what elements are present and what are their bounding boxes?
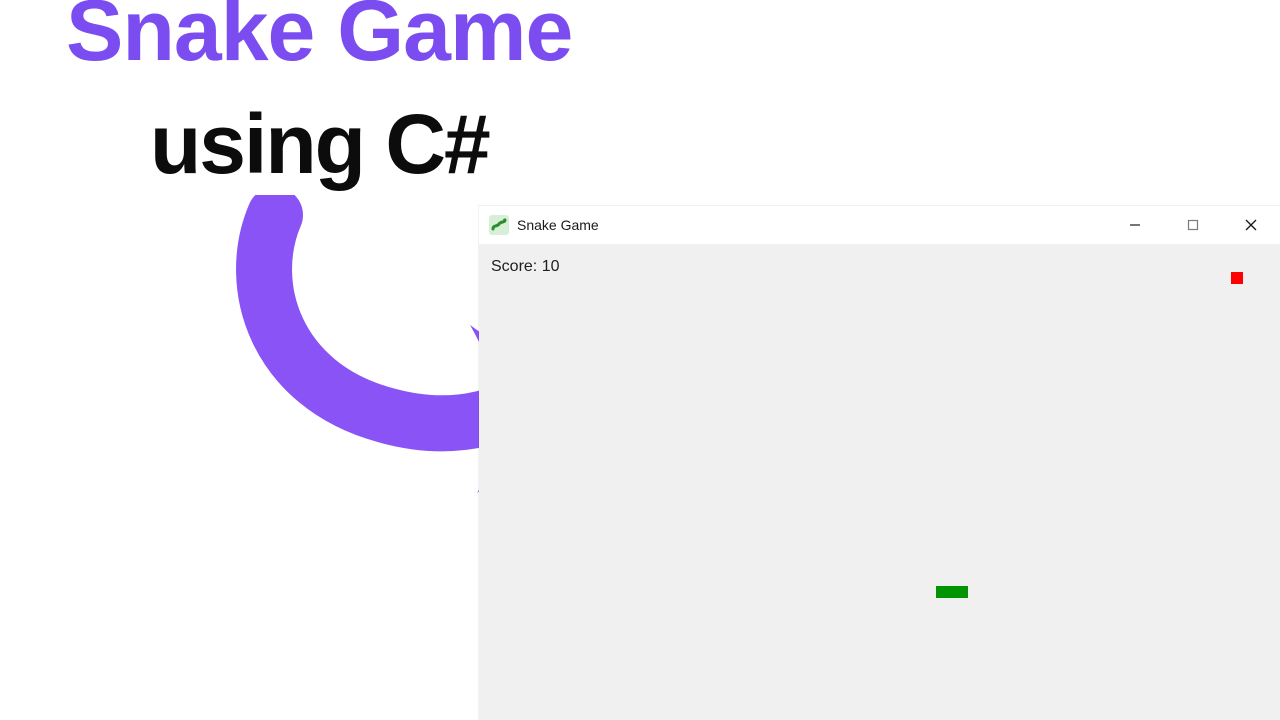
close-icon [1245, 219, 1257, 231]
maximize-icon [1187, 219, 1199, 231]
snake-body [936, 586, 968, 598]
window-title: Snake Game [517, 217, 599, 233]
score-text: Score: 10 [491, 258, 559, 276]
app-icon [489, 215, 509, 235]
close-button[interactable] [1222, 206, 1280, 244]
game-canvas[interactable]: Score: 10 [479, 244, 1280, 720]
headline-line-2: using C# [150, 96, 489, 193]
maximize-button[interactable] [1164, 206, 1222, 244]
headline-line-1: Snake Game [66, 0, 572, 81]
minimize-icon [1129, 219, 1141, 231]
window-titlebar[interactable]: Snake Game [479, 206, 1280, 244]
snake-game-window: Snake Game Score: 10 [479, 206, 1280, 720]
food-block [1231, 272, 1243, 284]
minimize-button[interactable] [1106, 206, 1164, 244]
window-controls [1106, 206, 1280, 244]
